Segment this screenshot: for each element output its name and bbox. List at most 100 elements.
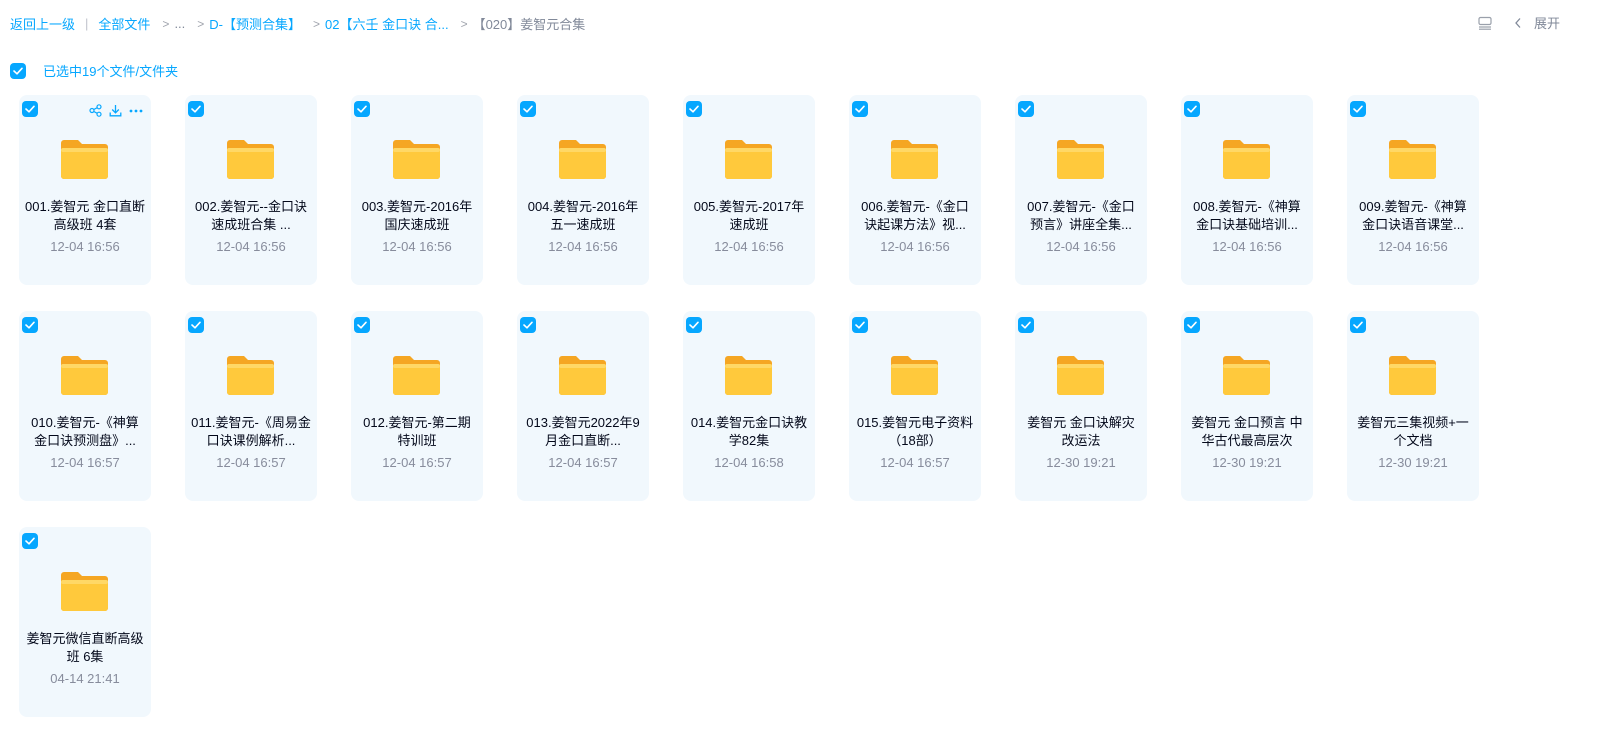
item-name: 007.姜智元-《金口预言》讲座全集...: [1027, 199, 1135, 232]
item-checkbox[interactable]: [22, 317, 38, 333]
item-checkbox[interactable]: [1018, 317, 1034, 333]
item-time: 12-04 16:56: [714, 239, 784, 254]
item-checkbox[interactable]: [852, 101, 868, 117]
item-checkbox[interactable]: [520, 317, 536, 333]
folder-icon: [61, 356, 108, 395]
item-name: 004.姜智元-2016年五一速成班: [527, 199, 639, 232]
item-time: 04-14 21:41: [50, 671, 120, 686]
breadcrumb-all-files[interactable]: 全部文件: [98, 14, 150, 33]
item-time: 12-04 16:56: [50, 239, 120, 254]
breadcrumb-level2[interactable]: 02【六壬 金口诀 合...: [325, 14, 449, 33]
check-icon: [357, 105, 367, 113]
download-icon[interactable]: [109, 104, 122, 117]
item-checkbox[interactable]: [188, 317, 204, 333]
folder-card[interactable]: 姜智元 金口诀解灾改运法 12-30 19:21: [1015, 311, 1147, 501]
folder-card[interactable]: 014.姜智元金口诀教学82集 12-04 16:58: [683, 311, 815, 501]
list-view-icon[interactable]: [1478, 16, 1492, 30]
folder-card[interactable]: 012.姜智元-第二期特训班 12-04 16:57: [351, 311, 483, 501]
folder-icon: [393, 140, 440, 179]
breadcrumb-level1[interactable]: D-【预测合集】: [209, 14, 301, 33]
item-checkbox[interactable]: [1184, 101, 1200, 117]
folder-card[interactable]: 001.姜智元 金口直断高级班 4套 12-04 16:56: [19, 95, 151, 285]
check-icon: [25, 105, 35, 113]
folder-card[interactable]: 003.姜智元-2016年国庆速成班 12-04 16:56: [351, 95, 483, 285]
breadcrumb-separator: >: [313, 16, 321, 31]
item-checkbox[interactable]: [686, 101, 702, 117]
folder-card[interactable]: 008.姜智元-《神算金口诀基础培训... 12-04 16:56: [1181, 95, 1313, 285]
folder-card[interactable]: 002.姜智元--金口诀速成班合集 ... 12-04 16:56: [185, 95, 317, 285]
folder-card[interactable]: 006.姜智元-《金口诀起课方法》视... 12-04 16:56: [849, 95, 981, 285]
more-icon[interactable]: [129, 109, 143, 113]
check-icon: [191, 321, 201, 329]
folder-card[interactable]: 010.姜智元-《神算金口诀预测盘》... 12-04 16:57: [19, 311, 151, 501]
folder-icon: [891, 140, 938, 179]
item-name: 010.姜智元-《神算金口诀预测盘》...: [31, 415, 139, 448]
folder-card[interactable]: 004.姜智元-2016年五一速成班 12-04 16:56: [517, 95, 649, 285]
item-time: 12-04 16:57: [880, 455, 950, 470]
item-checkbox[interactable]: [1350, 317, 1366, 333]
item-time: 12-04 16:57: [382, 455, 452, 470]
item-time: 12-04 16:56: [1212, 239, 1282, 254]
folder-card[interactable]: 姜智元微信直断高级班 6集 04-14 21:41: [19, 527, 151, 717]
item-name: 005.姜智元-2017年速成班: [693, 199, 805, 232]
item-checkbox[interactable]: [852, 317, 868, 333]
item-checkbox[interactable]: [188, 101, 204, 117]
folder-icon: [1223, 140, 1270, 179]
check-icon: [1187, 321, 1197, 329]
folder-icon: [227, 356, 274, 395]
item-checkbox[interactable]: [22, 101, 38, 117]
folder-card[interactable]: 015.姜智元电子资料（18部） 12-04 16:57: [849, 311, 981, 501]
item-checkbox[interactable]: [22, 533, 38, 549]
item-name: 003.姜智元-2016年国庆速成班: [361, 199, 473, 232]
check-icon: [523, 105, 533, 113]
item-checkbox[interactable]: [520, 101, 536, 117]
breadcrumb-ellipsis[interactable]: ...: [174, 16, 185, 31]
item-time: 12-04 16:58: [714, 455, 784, 470]
top-bar: 返回上一级 | 全部文件 > ... > D-【预测合集】 > 02【六壬 金口…: [0, 0, 1607, 46]
item-name: 013.姜智元2022年9月金口直断...: [526, 415, 640, 448]
check-icon: [25, 537, 35, 545]
folder-icon: [559, 356, 606, 395]
check-icon: [25, 321, 35, 329]
folder-icon: [1057, 356, 1104, 395]
item-name: 009.姜智元-《神算金口诀语音课堂...: [1359, 199, 1467, 232]
breadcrumb-separator: >: [460, 16, 468, 31]
item-name: 015.姜智元电子资料（18部）: [856, 415, 974, 448]
folder-icon: [61, 572, 108, 611]
check-icon: [1021, 105, 1031, 113]
check-icon: [191, 105, 201, 113]
folder-card[interactable]: 013.姜智元2022年9月金口直断... 12-04 16:57: [517, 311, 649, 501]
folder-icon: [559, 140, 606, 179]
folder-card[interactable]: 007.姜智元-《金口预言》讲座全集... 12-04 16:56: [1015, 95, 1147, 285]
folder-card[interactable]: 姜智元 金口预言 中华古代最高层次 12-30 19:21: [1181, 311, 1313, 501]
item-name: 姜智元 金口诀解灾改运法: [1027, 415, 1135, 448]
share-icon[interactable]: [89, 104, 102, 117]
item-checkbox[interactable]: [354, 317, 370, 333]
expand-button[interactable]: 展开: [1514, 13, 1560, 32]
check-icon: [855, 105, 865, 113]
breadcrumb: 返回上一级 | 全部文件 > ... > D-【预测合集】 > 02【六壬 金口…: [10, 14, 585, 33]
folder-icon: [891, 356, 938, 395]
back-link[interactable]: 返回上一级: [10, 14, 75, 33]
select-all-checkbox[interactable]: [10, 62, 26, 79]
folder-icon: [393, 356, 440, 395]
item-time: 12-04 16:56: [216, 239, 286, 254]
folder-card[interactable]: 011.姜智元-《周易金口诀课例解析... 12-04 16:57: [185, 311, 317, 501]
folder-card[interactable]: 005.姜智元-2017年速成班 12-04 16:56: [683, 95, 815, 285]
item-name: 014.姜智元金口诀教学82集: [690, 415, 808, 448]
file-grid: 001.姜智元 金口直断高级班 4套 12-04 16:56 002.姜智元--…: [19, 95, 1479, 717]
folder-card[interactable]: 姜智元三集视频+一个文档 12-30 19:21: [1347, 311, 1479, 501]
item-checkbox[interactable]: [1018, 101, 1034, 117]
chevron-left-icon: [1515, 17, 1521, 28]
item-checkbox[interactable]: [1350, 101, 1366, 117]
folder-card[interactable]: 009.姜智元-《神算金口诀语音课堂... 12-04 16:56: [1347, 95, 1479, 285]
item-name: 006.姜智元-《金口诀起课方法》视...: [861, 199, 969, 232]
check-icon: [1187, 105, 1197, 113]
item-checkbox[interactable]: [686, 317, 702, 333]
item-checkbox[interactable]: [354, 101, 370, 117]
check-icon: [357, 321, 367, 329]
check-icon: [855, 321, 865, 329]
expand-label: 展开: [1534, 16, 1561, 31]
breadcrumb-separator: >: [197, 16, 205, 31]
item-checkbox[interactable]: [1184, 317, 1200, 333]
